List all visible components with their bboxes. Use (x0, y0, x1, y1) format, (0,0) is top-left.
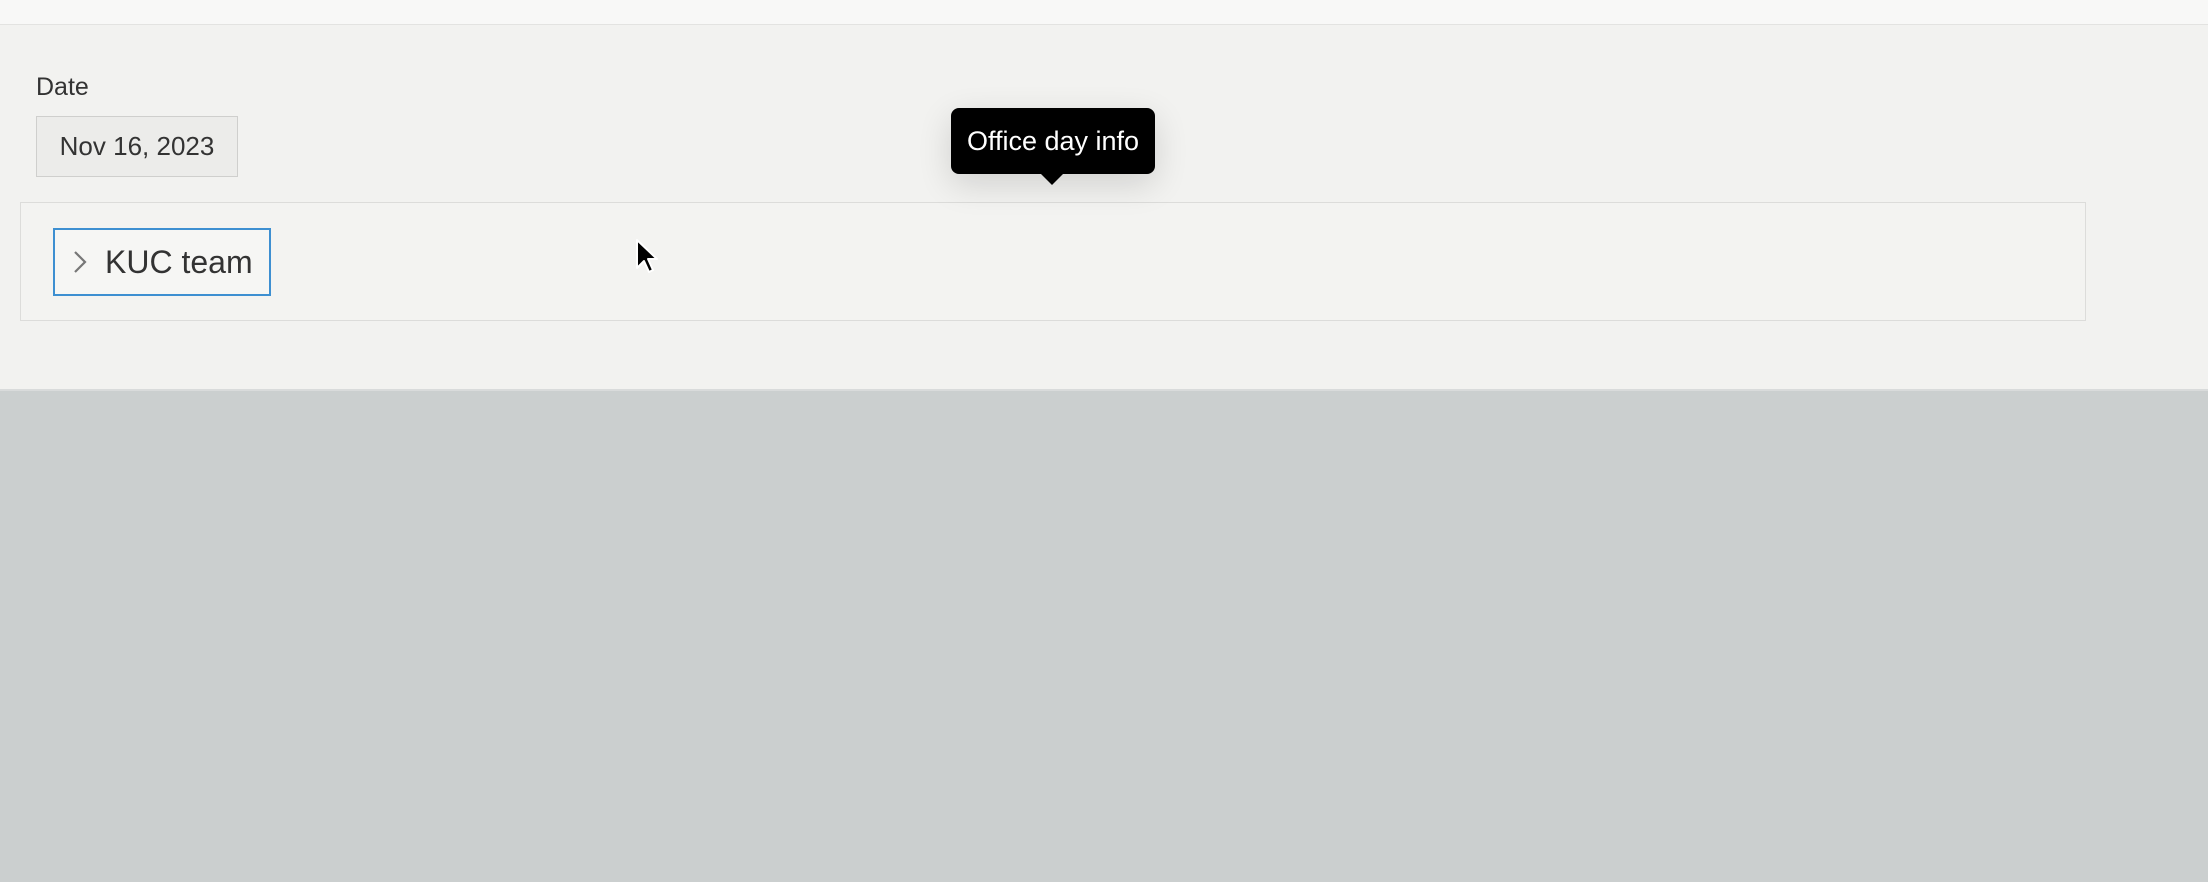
date-label: Date (36, 73, 89, 101)
team-panel (20, 202, 2086, 321)
date-field[interactable]: Nov 16, 2023 (36, 116, 238, 177)
mouse-cursor-icon (635, 238, 659, 276)
date-value: Nov 16, 2023 (59, 131, 215, 161)
tooltip: Office day info (951, 108, 1155, 174)
top-strip (0, 0, 2208, 25)
team-expand-toggle[interactable]: KUC team (53, 228, 271, 296)
chevron-right-icon (69, 246, 91, 278)
empty-content-area (0, 391, 2208, 882)
tooltip-text: Office day info (966, 125, 1140, 156)
tooltip-arrow (1039, 172, 1065, 185)
team-label: KUC team (105, 243, 253, 280)
